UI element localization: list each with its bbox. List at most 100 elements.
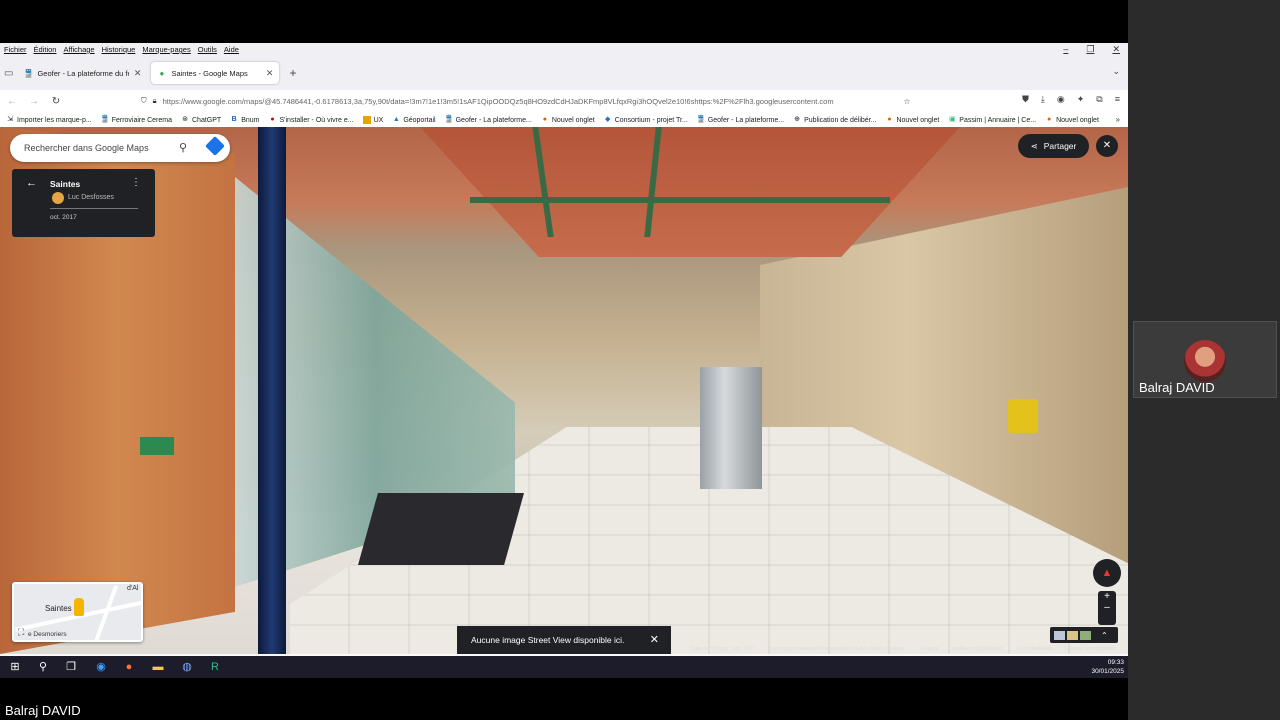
menu-marque-pages[interactable]: Marque-pages [142, 45, 190, 54]
maps-pin-icon: ● [159, 68, 165, 78]
system-clock[interactable]: 09:33 30/01/2025 [1091, 658, 1124, 676]
bookmark-item[interactable]: ● Nouvel onglet [885, 116, 939, 124]
pocket-icon[interactable]: ⛊ [1022, 94, 1029, 105]
zoom-out-icon[interactable]: – [1098, 602, 1116, 613]
close-street-view-button[interactable]: ✕ [1096, 135, 1118, 157]
new-tab-icon[interactable]: + [289, 66, 296, 80]
extension-icon[interactable]: ✦ [1077, 94, 1085, 105]
app-r-icon[interactable]: R [207, 659, 223, 675]
shared-screen: Fichier Édition Affichage Historique Mar… [0, 43, 1128, 678]
extensions-puzzle-icon[interactable]: ⧉ [1096, 94, 1102, 105]
map-street-label: e Desmoriers [28, 631, 67, 638]
bookmark-item[interactable]: ● Nouvel onglet [541, 116, 595, 124]
tab-google-maps[interactable]: ● Saintes - Google Maps ✕ [151, 62, 280, 84]
participant-name: Balraj DAVID [1139, 380, 1215, 395]
hamburger-menu-icon[interactable]: ≡ [1115, 94, 1120, 105]
layers-strip[interactable]: ⌃ [1050, 627, 1118, 643]
more-bookmarks-icon[interactable]: » [1116, 115, 1120, 124]
pegman-icon[interactable] [74, 598, 84, 616]
url-text[interactable]: https://www.google.com/maps/@45.7486441,… [163, 97, 898, 106]
menu-edition[interactable]: Édition [34, 45, 57, 54]
bookmark-item[interactable]: ▲ Géoportail [392, 116, 436, 124]
account-icon[interactable]: ◉ [1057, 94, 1065, 105]
close-tab-icon[interactable]: ✕ [134, 68, 142, 79]
bookmark-item[interactable]: ● Nouvel onglet [1045, 116, 1099, 124]
task-view-icon[interactable]: ❐ [63, 659, 79, 675]
close-window-icon[interactable]: ✕ [1112, 44, 1120, 55]
search-icon[interactable]: ⚲ [35, 659, 51, 675]
tab-label: Geofer - La plateforme du ferroviaire [37, 68, 128, 78]
report-problem-link[interactable]: Signaler un problème [1063, 646, 1115, 652]
maps-search-box[interactable]: ⚲ [10, 134, 230, 162]
firefox-icon[interactable]: ● [121, 659, 137, 675]
bookmark-item[interactable]: ⇲ Importer les marque-p... [6, 116, 92, 124]
close-toast-icon[interactable]: ✕ [650, 633, 659, 646]
bookmark-item[interactable]: ⊛ ChatGPT [181, 116, 221, 124]
menu-bar: Fichier Édition Affichage Historique Mar… [0, 43, 1128, 56]
author-name[interactable]: Luc Desfosses [68, 194, 114, 201]
participant-avatar [1184, 340, 1226, 382]
participant-tile[interactable]: Balraj DAVID [1133, 321, 1277, 398]
back-icon[interactable]: ← [6, 96, 18, 107]
menu-affichage[interactable]: Affichage [63, 45, 94, 54]
expand-map-icon[interactable]: ⛶ [18, 627, 24, 638]
forward-icon[interactable]: → [28, 96, 40, 107]
scene-green-sign [140, 437, 174, 455]
bookmark-item[interactable]: B Bnum [230, 116, 260, 124]
bookmark-item[interactable]: ▣ Passim | Annuaire | Ce... [948, 116, 1036, 124]
maximize-icon[interactable]: ❐ [1086, 44, 1094, 55]
author-avatar [52, 192, 64, 204]
clock-date: 30/01/2025 [1091, 668, 1124, 675]
close-tab-icon[interactable]: ✕ [266, 68, 274, 79]
train-icon: 🚆 [444, 116, 454, 123]
privacy-link[interactable]: Confidentialité [1017, 646, 1052, 652]
search-icon[interactable]: ⚲ [179, 141, 187, 154]
compass-icon[interactable]: ▲ [1093, 559, 1121, 587]
bookmark-item[interactable]: 🚆 Geofer - La plateforme... [445, 116, 532, 124]
downloads-icon[interactable]: ⤓ [1041, 94, 1045, 105]
list-all-tabs-icon[interactable]: ⌄ [1112, 66, 1120, 77]
edge-icon[interactable]: ◉ [93, 659, 109, 675]
layer-thumbnail[interactable] [1054, 630, 1065, 640]
bookmark-item[interactable]: ◆ Consortium - projet Tr... [604, 116, 688, 124]
bookmark-item[interactable]: UX [362, 116, 383, 124]
directions-icon[interactable] [205, 136, 225, 156]
menu-fichier[interactable]: Fichier [4, 45, 27, 54]
maps-search-input[interactable] [24, 143, 174, 153]
map-street-label: d'Al [127, 585, 139, 592]
bookmark-item[interactable]: 🚆 Geofer - La plateforme... [697, 116, 784, 124]
tab-geofer[interactable]: 🚆 Geofer - La plateforme du ferroviaire … [17, 62, 147, 84]
tab-bar: ▭ 🚆 Geofer - La plateforme du ferroviair… [0, 56, 1128, 90]
capture-date[interactable]: oct. 2017 [50, 214, 77, 221]
toolbar-icons: ⛊ ⤓ ◉ ✦ ⧉ ≡ [1022, 94, 1120, 105]
terms-link[interactable]: Conditions d'utilisation [948, 646, 1003, 652]
bookmark-star-icon[interactable]: ☆ [904, 97, 911, 106]
url-bar[interactable]: ⛉ 🔒︎ https://www.google.com/maps/@45.748… [135, 92, 930, 110]
lock-icon[interactable]: 🔒︎ [153, 96, 157, 106]
reload-icon[interactable]: ↻ [50, 96, 62, 107]
mini-map[interactable]: d'Al Saintes e Desmoriers ⛶ [12, 582, 143, 642]
zoom-in-icon[interactable]: + [1098, 591, 1116, 602]
file-explorer-icon[interactable]: ▬ [150, 659, 166, 675]
tracking-shield-icon[interactable]: ⛉ [141, 96, 147, 106]
country-link[interactable]: France [922, 646, 939, 652]
back-arrow-icon[interactable]: ← [26, 177, 37, 189]
app-icon[interactable]: ◍ [179, 659, 195, 675]
more-options-icon[interactable]: ⋮ [131, 177, 141, 188]
layer-thumbnail[interactable] [1080, 630, 1091, 640]
share-button[interactable]: ⋖ Partager [1018, 134, 1089, 158]
layer-thumbnail[interactable] [1067, 630, 1078, 640]
street-view-panorama[interactable]: ⚲ ← Saintes ⋮ Luc Desfosses oct. 2017 ⋖ … [0, 127, 1128, 654]
bookmark-item[interactable]: 🚆 Ferroviaire Cerema [101, 116, 172, 124]
place-title: Saintes [50, 179, 81, 189]
menu-outils[interactable]: Outils [198, 45, 217, 54]
tab-overview-icon[interactable]: ▭ [4, 68, 13, 79]
windows-start-icon[interactable]: ⊞ [7, 659, 23, 675]
expand-up-icon[interactable]: ⌃ [1101, 631, 1108, 640]
menu-historique[interactable]: Historique [102, 45, 136, 54]
menu-aide[interactable]: Aide [224, 45, 239, 54]
ux-icon [362, 116, 371, 124]
bookmark-item[interactable]: ● S'installer - Où vivre e... [268, 116, 353, 124]
minimize-icon[interactable]: – [1063, 44, 1068, 55]
bookmark-item[interactable]: ⊕ Publication de délibér... [793, 116, 876, 124]
